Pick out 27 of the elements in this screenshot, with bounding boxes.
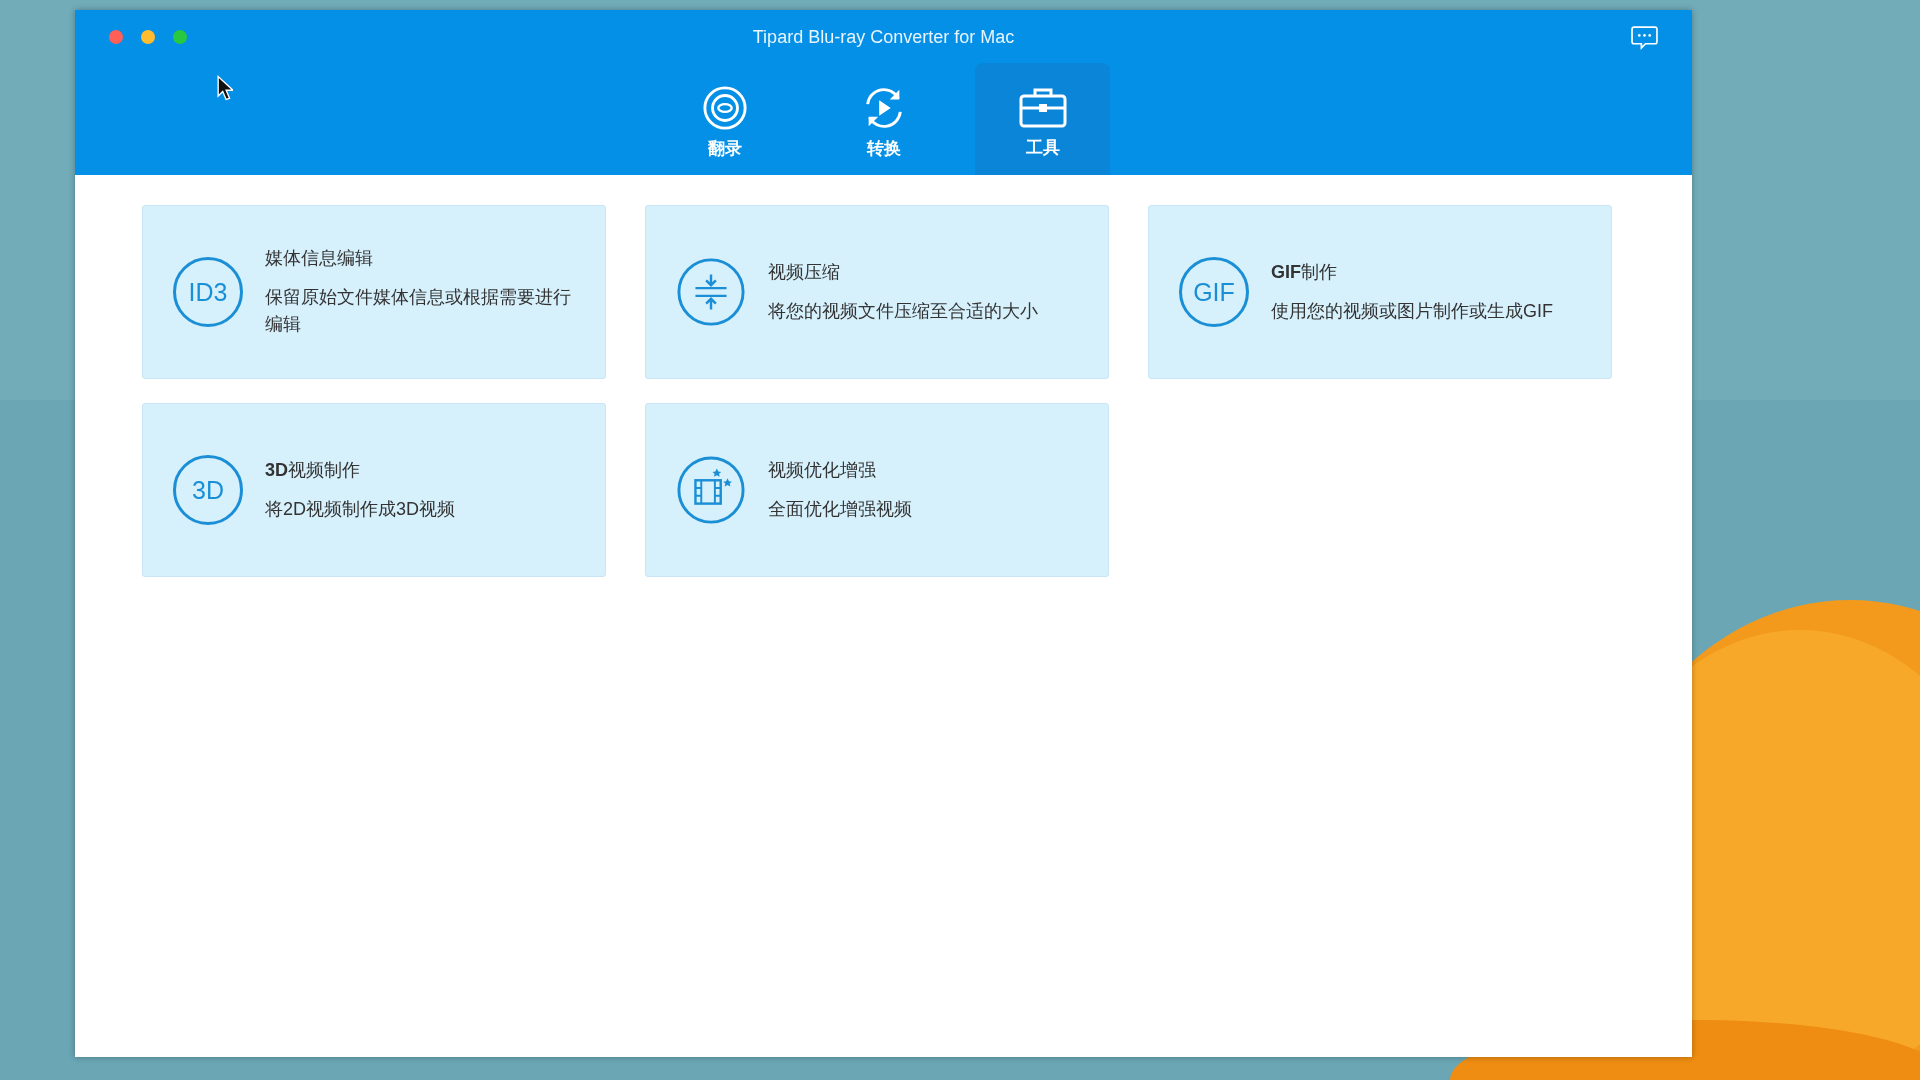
tool-description: 全面优化增强视频 bbox=[768, 497, 912, 521]
tool-description: 将2D视频制作成3D视频 bbox=[265, 497, 456, 521]
feedback-icon[interactable] bbox=[1631, 25, 1658, 50]
window-title: Tipard Blu-ray Converter for Mac bbox=[752, 27, 1015, 48]
disc-icon bbox=[701, 84, 748, 131]
tool-description: 将您的视频文件压缩至合适的大小 bbox=[768, 299, 1038, 323]
tool-logo: ID3 bbox=[173, 257, 243, 327]
zoom-button[interactable] bbox=[173, 30, 187, 44]
tool-card[interactable]: 视频优化增强 全面优化增强视频 bbox=[645, 403, 1109, 577]
tool-title: 3D视频制作 bbox=[265, 458, 361, 482]
tool-card[interactable]: 3D 3D视频制作 将2D视频制作成3D视频 bbox=[142, 403, 606, 577]
cursor-icon bbox=[217, 75, 233, 101]
tool-description: 保留原始文件媒体信息或根据需要进行编辑 bbox=[265, 286, 572, 336]
tool-description: 使用您的视频或图片制作或生成GIF bbox=[1271, 299, 1553, 323]
tool-card[interactable]: GIF GIF制作 使用您的视频或图片制作或生成GIF bbox=[1148, 205, 1612, 379]
tool-logo: GIF bbox=[1179, 257, 1249, 327]
tool-title: GIF制作 bbox=[1271, 260, 1338, 284]
minimize-button[interactable] bbox=[141, 30, 155, 44]
tool-title: 视频压缩 bbox=[768, 260, 841, 284]
tool-card[interactable]: ID3 媒体信息编辑 保留原始文件媒体信息或根据需要进行编辑 bbox=[142, 205, 606, 379]
compress-icon bbox=[676, 257, 746, 327]
tool-card[interactable]: 视频压缩 将您的视频文件压缩至合适的大小 bbox=[645, 205, 1109, 379]
tool-logo: 3D bbox=[173, 455, 243, 525]
tool-title: 视频优化增强 bbox=[768, 458, 877, 482]
tab[interactable]: 工具 bbox=[975, 63, 1110, 175]
tool-title: 媒体信息编辑 bbox=[265, 247, 374, 270]
close-button[interactable] bbox=[109, 30, 123, 44]
